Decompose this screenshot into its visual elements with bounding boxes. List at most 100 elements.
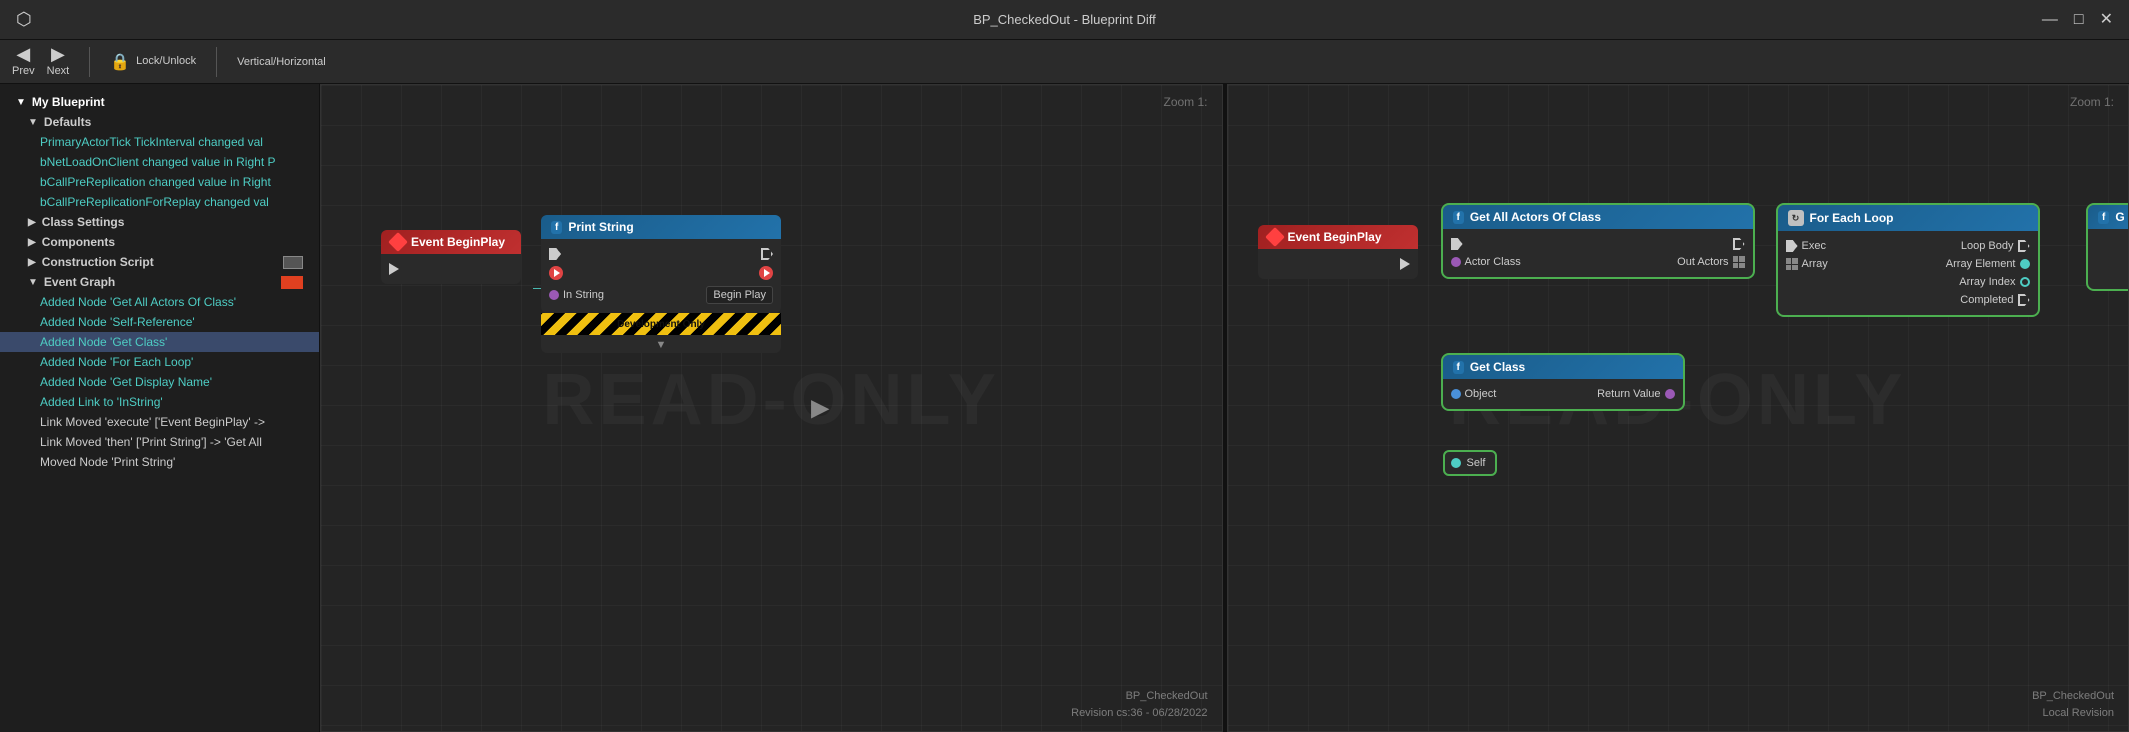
- construction-script-icon: [283, 256, 303, 269]
- sidebar-item-bnet-load[interactable]: bNetLoadOnClient changed value in Right …: [0, 152, 319, 172]
- sidebar-item-construction-script[interactable]: ▶ Construction Script: [0, 252, 319, 272]
- right-get-class-node[interactable]: f Get Class Object Return Value: [1443, 355, 1683, 409]
- exec-loopbody-row: Exec Loop Body: [1786, 237, 2030, 255]
- then-port-row: [549, 263, 773, 283]
- sidebar-item-added-get-all-actors[interactable]: Added Node 'Get All Actors Of Class': [0, 292, 319, 312]
- lock-icon: 🔒: [110, 52, 130, 72]
- sidebar-item-moved-print-string[interactable]: Moved Node 'Print String': [0, 452, 319, 472]
- sidebar-item-added-get-display-name[interactable]: Added Node 'Get Display Name': [0, 372, 319, 392]
- right-event-beginplay-node[interactable]: Event BeginPlay: [1258, 225, 1418, 279]
- caret-icon: ▶: [28, 217, 36, 228]
- f-badge-2: f: [1453, 211, 1464, 224]
- right-for-each-header: ↻ For Each Loop: [1778, 205, 2038, 231]
- canvas-grid-left: [321, 85, 1222, 731]
- title-bar: ⬡ BP_CheckedOut - Blueprint Diff — □ ✕: [0, 0, 2129, 40]
- nav-next[interactable]: ▶ Next: [47, 44, 70, 78]
- loop-body-pin: [2018, 240, 2030, 252]
- array-label: Array: [1802, 258, 1828, 270]
- right-partial-header: f G: [2088, 205, 2129, 229]
- nav-prev[interactable]: ◀ Prev: [12, 44, 35, 78]
- array-index-label: Array Index: [1959, 276, 2015, 288]
- node-expand-chevron[interactable]: ▼: [541, 335, 781, 353]
- in-string-port-row: In String Begin Play: [549, 283, 773, 307]
- next-icon: ▶: [51, 44, 65, 65]
- sidebar-item-added-link-instring[interactable]: Added Link to 'InString': [0, 392, 319, 412]
- port-object: Object: [1451, 388, 1497, 400]
- sidebar-item-added-self-reference[interactable]: Added Node 'Self-Reference': [0, 312, 319, 332]
- object-label: Object: [1465, 388, 1497, 400]
- ue-logo-icon: ⬡: [16, 9, 32, 30]
- right-canvas[interactable]: READ-ONLY Zoom 1: Event BeginPlay: [1227, 84, 2129, 732]
- sidebar-item-defaults[interactable]: ▼ Defaults: [0, 112, 319, 132]
- exec-port-row: [549, 245, 773, 263]
- left-print-string-node[interactable]: f Print String: [541, 215, 781, 353]
- partial-body: [2088, 229, 2129, 289]
- sidebar-item-bcall-prereplication-replay[interactable]: bCallPreReplicationForReplay changed val: [0, 192, 319, 212]
- right-for-each-title: For Each Loop: [1810, 211, 1894, 225]
- in-string-label: In String: [563, 289, 604, 301]
- for-each-icon: ↻: [1788, 210, 1804, 226]
- sidebar: ▼ My Blueprint ▼ Defaults PrimaryActorTi…: [0, 84, 320, 732]
- right-footer-line2: Local Revision: [2032, 705, 2114, 722]
- right-get-class-body: Object Return Value: [1443, 379, 1683, 409]
- port-array-element: Array Element: [1946, 258, 2030, 270]
- completed-pin: [2018, 294, 2030, 306]
- left-event-beginplay-node[interactable]: Event BeginPlay: [381, 230, 521, 284]
- prev-icon: ◀: [16, 44, 30, 65]
- port-left-exec: [1451, 238, 1463, 250]
- left-canvas[interactable]: READ-ONLY Zoom 1: Event BeginPlay ——: [320, 84, 1223, 732]
- sidebar-item-added-for-each-loop[interactable]: Added Node 'For Each Loop': [0, 352, 319, 372]
- exec-out-pin-2: [1733, 238, 1745, 250]
- exec-in-pin: [549, 248, 561, 260]
- loop-body-label: Loop Body: [1961, 240, 2014, 252]
- caret-icon: ▶: [28, 237, 36, 248]
- sidebar-item-added-get-class[interactable]: Added Node 'Get Class': [0, 332, 319, 352]
- port-left-play: [549, 266, 563, 280]
- sidebar-item-event-graph[interactable]: ▼ Event Graph: [0, 272, 319, 292]
- right-for-each-loop-node[interactable]: ↻ For Each Loop Exec Loop Body: [1778, 205, 2038, 315]
- return-value-label: Return Value: [1597, 388, 1660, 400]
- right-event-beginplay-body: [1258, 249, 1418, 279]
- sidebar-item-components[interactable]: ▶ Components: [0, 232, 319, 252]
- completed-label: Completed: [1960, 294, 2013, 306]
- next-label: Next: [47, 65, 70, 78]
- left-print-string-header: f Print String: [541, 215, 781, 239]
- left-print-string-title: Print String: [568, 220, 633, 234]
- play-out-pin: [759, 266, 773, 280]
- f-badge-3: f: [1453, 361, 1464, 374]
- sidebar-item-class-settings[interactable]: ▶ Class Settings: [0, 212, 319, 232]
- right-get-all-actors-node[interactable]: f Get All Actors Of Class: [1443, 205, 1753, 277]
- port-right: [389, 263, 399, 275]
- sidebar-item-bcall-prereplication[interactable]: bCallPreReplication changed value in Rig…: [0, 172, 319, 192]
- event-diamond-icon: [388, 232, 408, 252]
- sidebar-item-link-moved-then[interactable]: Link Moved 'then' ['Print String'] -> 'G…: [0, 432, 319, 452]
- array-element-label: Array Element: [1946, 258, 2016, 270]
- toolbar-separator: [89, 47, 90, 77]
- minimize-button[interactable]: —: [2042, 12, 2058, 28]
- port-actor-class: Actor Class: [1451, 256, 1521, 268]
- out-actors-pin: [1733, 256, 1745, 268]
- right-self-node[interactable]: Self: [1443, 450, 1498, 476]
- self-label: Self: [1467, 457, 1486, 469]
- left-footer-line1: BP_CheckedOut: [1071, 688, 1207, 705]
- right-footer-line1: BP_CheckedOut: [2032, 688, 2114, 705]
- lock-unlock-area[interactable]: 🔒 Lock/Unlock: [110, 52, 196, 72]
- port-left-instring: In String: [549, 289, 604, 301]
- exec-out-pin: [761, 248, 773, 260]
- sidebar-item-my-blueprint[interactable]: ▼ My Blueprint: [0, 92, 319, 112]
- sidebar-item-primary-actor-tick[interactable]: PrimaryActorTick TickInterval changed va…: [0, 132, 319, 152]
- partial-label: G: [2115, 210, 2124, 224]
- close-button[interactable]: ✕: [2100, 12, 2113, 28]
- caret-icon: ▼: [28, 277, 38, 288]
- out-actors-label: Out Actors: [1677, 256, 1728, 268]
- right-partial-node[interactable]: f G: [2088, 205, 2129, 289]
- sidebar-item-link-moved-execute[interactable]: Link Moved 'execute' ['Event BeginPlay' …: [0, 412, 319, 432]
- vertical-horizontal-area[interactable]: Vertical/Horizontal: [237, 54, 326, 69]
- right-get-class-title: Get Class: [1470, 360, 1525, 374]
- maximize-button[interactable]: □: [2074, 12, 2084, 28]
- port-exec-in: Exec: [1786, 240, 1826, 252]
- actor-class-label: Actor Class: [1465, 256, 1521, 268]
- exec-out-pin-right: [1400, 258, 1410, 270]
- array-element-pin: [2020, 259, 2030, 269]
- window-title: BP_CheckedOut - Blueprint Diff: [973, 12, 1156, 27]
